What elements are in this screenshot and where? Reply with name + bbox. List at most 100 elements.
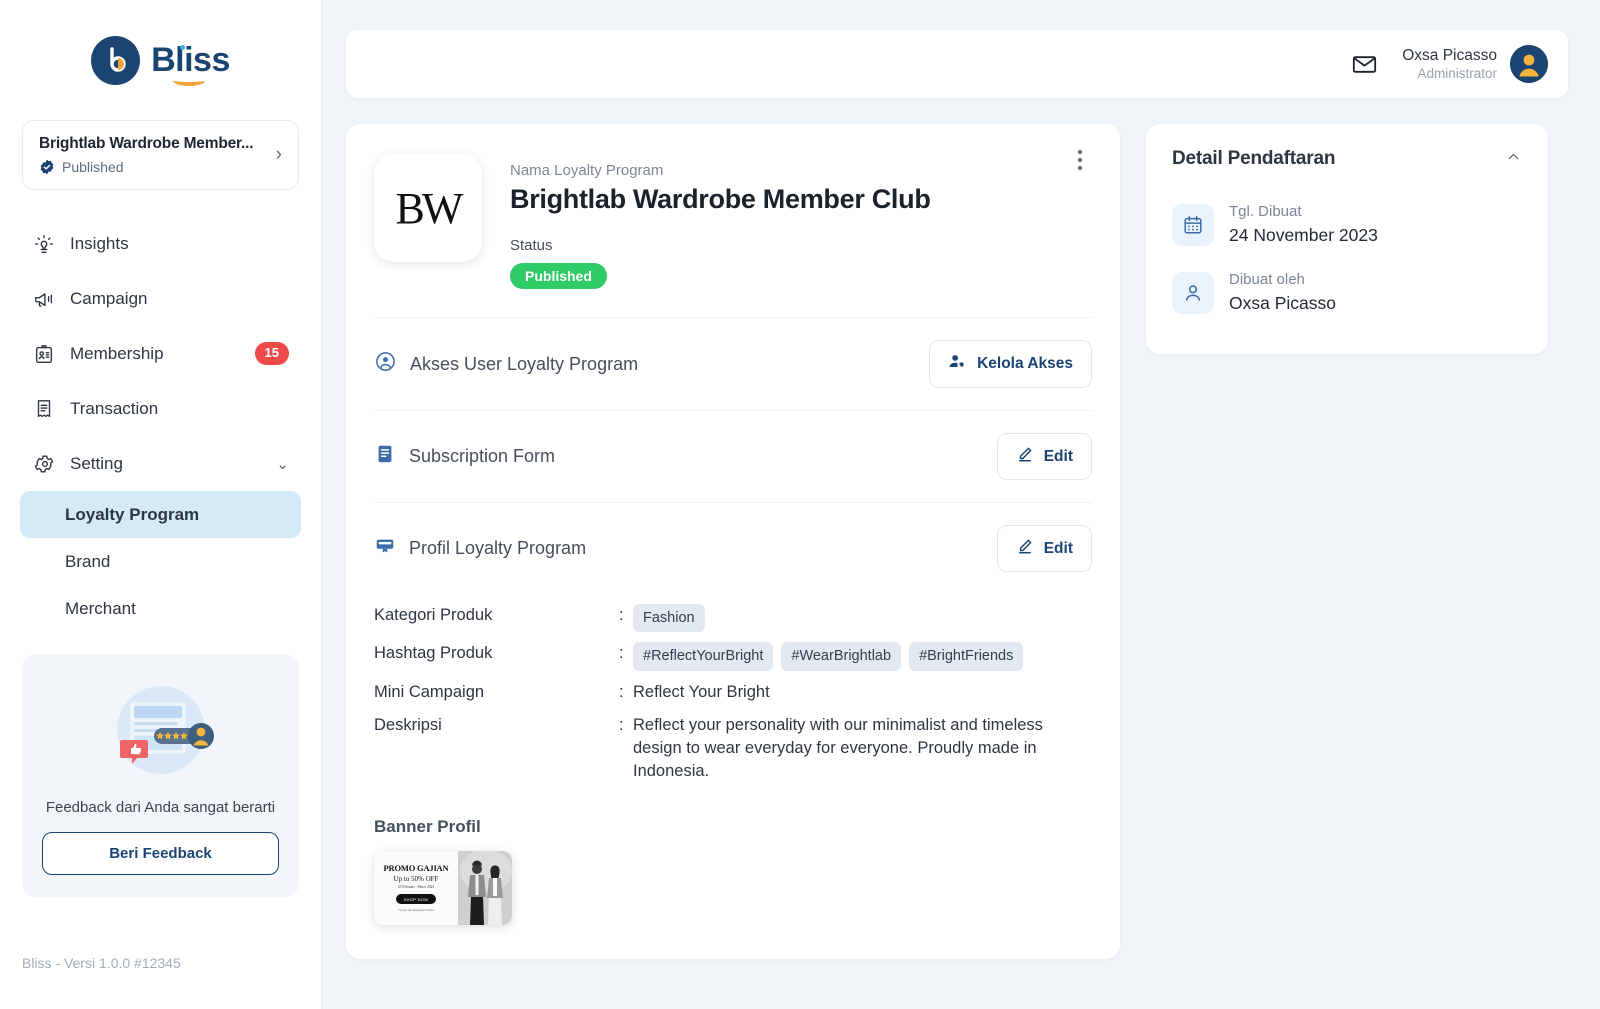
detail-key: Kategori Produk <box>374 606 493 624</box>
more-options-icon[interactable] <box>1068 146 1092 174</box>
sidebar: Bliss Brightlab Wardrobe Member... Publi… <box>0 0 322 1009</box>
avatar[interactable] <box>1510 45 1548 83</box>
button-label: Edit <box>1043 447 1073 465</box>
main-area: Oxsa Picasso Administrator BW Nama Loyal… <box>322 0 1600 1009</box>
banner-cta: SHOP NOW <box>395 894 437 905</box>
brand-wordmark: Bliss <box>151 41 230 86</box>
receipt-icon <box>32 397 56 421</box>
info-value: 24 November 2023 <box>1229 224 1378 245</box>
detail-separator: : <box>619 682 624 701</box>
banner-thumbnail[interactable]: PROMO GAJIAN Up to 50% OFF 25 Februari -… <box>374 850 512 925</box>
panel-title: Detail Pendaftaran <box>1172 148 1336 169</box>
detail-row-hashtag-produk: Hashtag Produk : #ReflectYourBright #Wea… <box>374 642 1092 671</box>
status-badge: Published <box>510 263 607 289</box>
bliss-logo-icon <box>91 35 141 85</box>
tag-chip: #ReflectYourBright <box>633 642 774 671</box>
program-switcher[interactable]: Brightlab Wardrobe Member... Published › <box>22 120 299 190</box>
detail-value: Reflect your personality with our minima… <box>633 715 1043 780</box>
membership-badge: 15 <box>254 342 289 365</box>
megaphone-icon <box>32 287 56 311</box>
section-profil-loyalty-program: Profil Loyalty Program Edit <box>374 502 1092 594</box>
user-menu[interactable]: Oxsa Picasso Administrator <box>1402 45 1548 83</box>
section-title: Akses User Loyalty Program <box>410 353 639 374</box>
chevron-up-icon[interactable] <box>1505 148 1522 170</box>
sidebar-subitem-merchant[interactable]: Merchant <box>20 585 301 632</box>
display-icon <box>374 535 396 562</box>
sidebar-item-label: Campaign <box>70 288 148 308</box>
person-icon <box>1172 271 1214 314</box>
brand-logo[interactable]: Bliss <box>0 0 321 120</box>
banner-fine-print: *Syarat dan ketentuan berlaku <box>397 908 435 913</box>
detail-separator: : <box>619 606 624 624</box>
button-label: Kelola Akses <box>977 355 1073 372</box>
feedback-illustration-icon <box>96 680 226 786</box>
sidebar-item-campaign[interactable]: Campaign <box>20 271 301 326</box>
detail-key: Mini Campaign <box>374 682 485 701</box>
edit-profil-button[interactable]: Edit <box>996 525 1092 572</box>
user-role: Administrator <box>1417 65 1497 81</box>
tag-chip: #WearBrightlab <box>781 642 902 671</box>
detail-row-deskripsi: Deskripsi : Reflect your personality wit… <box>374 714 1092 783</box>
form-icon <box>374 443 396 470</box>
detail-row-mini-campaign: Mini Campaign : Reflect Your Bright <box>374 681 1092 704</box>
detail-separator: : <box>619 715 624 734</box>
detail-pendaftaran-card: Detail Pendaftaran Tgl. Dibuat 24 Novemb… <box>1146 124 1548 355</box>
kelola-akses-button[interactable]: Kelola Akses <box>929 340 1092 388</box>
program-name-label: Nama Loyalty Program <box>510 162 664 179</box>
profile-details: Kategori Produk : Fashion Hashtag Produk… <box>374 604 1092 783</box>
banner-headline: PROMO GAJIAN <box>383 863 449 874</box>
detail-row-kategori-produk: Kategori Produk : Fashion <box>374 604 1092 633</box>
sidebar-item-label: Membership <box>70 343 164 363</box>
feedback-card: Feedback dari Anda sangat berarti Beri F… <box>22 654 299 898</box>
sidebar-item-setting[interactable]: Setting ⌄ <box>20 436 301 491</box>
pencil-icon <box>1016 537 1034 560</box>
gear-icon <box>32 452 56 476</box>
sidebar-item-insights[interactable]: Insights <box>20 216 301 271</box>
detail-pendaftaran-header: Detail Pendaftaran <box>1172 148 1522 190</box>
sidebar-item-transaction[interactable]: Transaction <box>20 381 301 436</box>
sidebar-subitem-label: Loyalty Program <box>65 504 200 524</box>
user-cog-icon <box>948 352 967 376</box>
section-subscription-form: Subscription Form Edit <box>374 410 1092 502</box>
brand-name: Bliss <box>151 41 230 79</box>
chevron-down-icon[interactable]: ⌄ <box>276 455 289 473</box>
section-title: Profil Loyalty Program <box>409 538 587 558</box>
info-row-dibuat-oleh: Dibuat oleh Oxsa Picasso <box>1172 258 1522 326</box>
program-header: BW Nama Loyalty Program Brightlab Wardro… <box>374 154 1092 317</box>
info-key: Dibuat oleh <box>1229 271 1305 289</box>
detail-value: #ReflectYourBright #WearBrightlab #Brigh… <box>633 642 1092 671</box>
section-title: Subscription Form <box>409 446 556 466</box>
calendar-icon <box>1172 203 1214 246</box>
feedback-text: Feedback dari Anda sangat berarti <box>45 799 276 816</box>
status-label: Status <box>510 237 553 254</box>
sidebar-item-membership[interactable]: Membership 15 <box>20 326 301 381</box>
section-akses-user: Akses User Loyalty Program Kelola Akses <box>374 317 1092 410</box>
user-name: Oxsa Picasso <box>1402 46 1497 64</box>
app-version: Bliss - Versi 1.0.0 #12345 <box>22 955 181 971</box>
detail-key: Deskripsi <box>374 715 442 734</box>
mail-icon[interactable] <box>1351 51 1378 78</box>
detail-value: Reflect Your Bright <box>633 682 770 701</box>
app-root: Bliss Brightlab Wardrobe Member... Publi… <box>0 0 1600 1009</box>
page-title: Brightlab Wardrobe Member Club <box>510 184 931 214</box>
banner-section-label: Banner Profil <box>374 816 481 836</box>
beri-feedback-button[interactable]: Beri Feedback <box>42 832 279 876</box>
program-switcher-name: Brightlab Wardrobe Member... <box>39 135 254 152</box>
detail-value: Fashion <box>633 604 1092 633</box>
logo-swoosh-icon <box>173 75 206 86</box>
banner-photo <box>458 850 512 925</box>
program-switcher-status-label: Published <box>62 159 124 175</box>
verified-badge-icon <box>40 159 54 175</box>
sidebar-subitem-loyalty-program[interactable]: Loyalty Program <box>20 491 301 538</box>
sidebar-subitem-brand[interactable]: Brand <box>20 538 301 585</box>
user-circle-icon <box>374 350 397 378</box>
sidebar-nav: Insights Campaign Membership 15 Transact… <box>0 216 321 632</box>
lightbulb-icon <box>32 232 56 256</box>
edit-subscription-form-button[interactable]: Edit <box>996 433 1092 480</box>
pencil-icon <box>1016 445 1034 468</box>
detail-key: Hashtag Produk <box>374 644 493 663</box>
banner-dates: 25 Februari - Maret 2024 <box>397 885 435 890</box>
info-value: Oxsa Picasso <box>1229 292 1336 313</box>
chevron-right-icon: › <box>275 144 282 165</box>
id-card-icon <box>32 342 56 366</box>
